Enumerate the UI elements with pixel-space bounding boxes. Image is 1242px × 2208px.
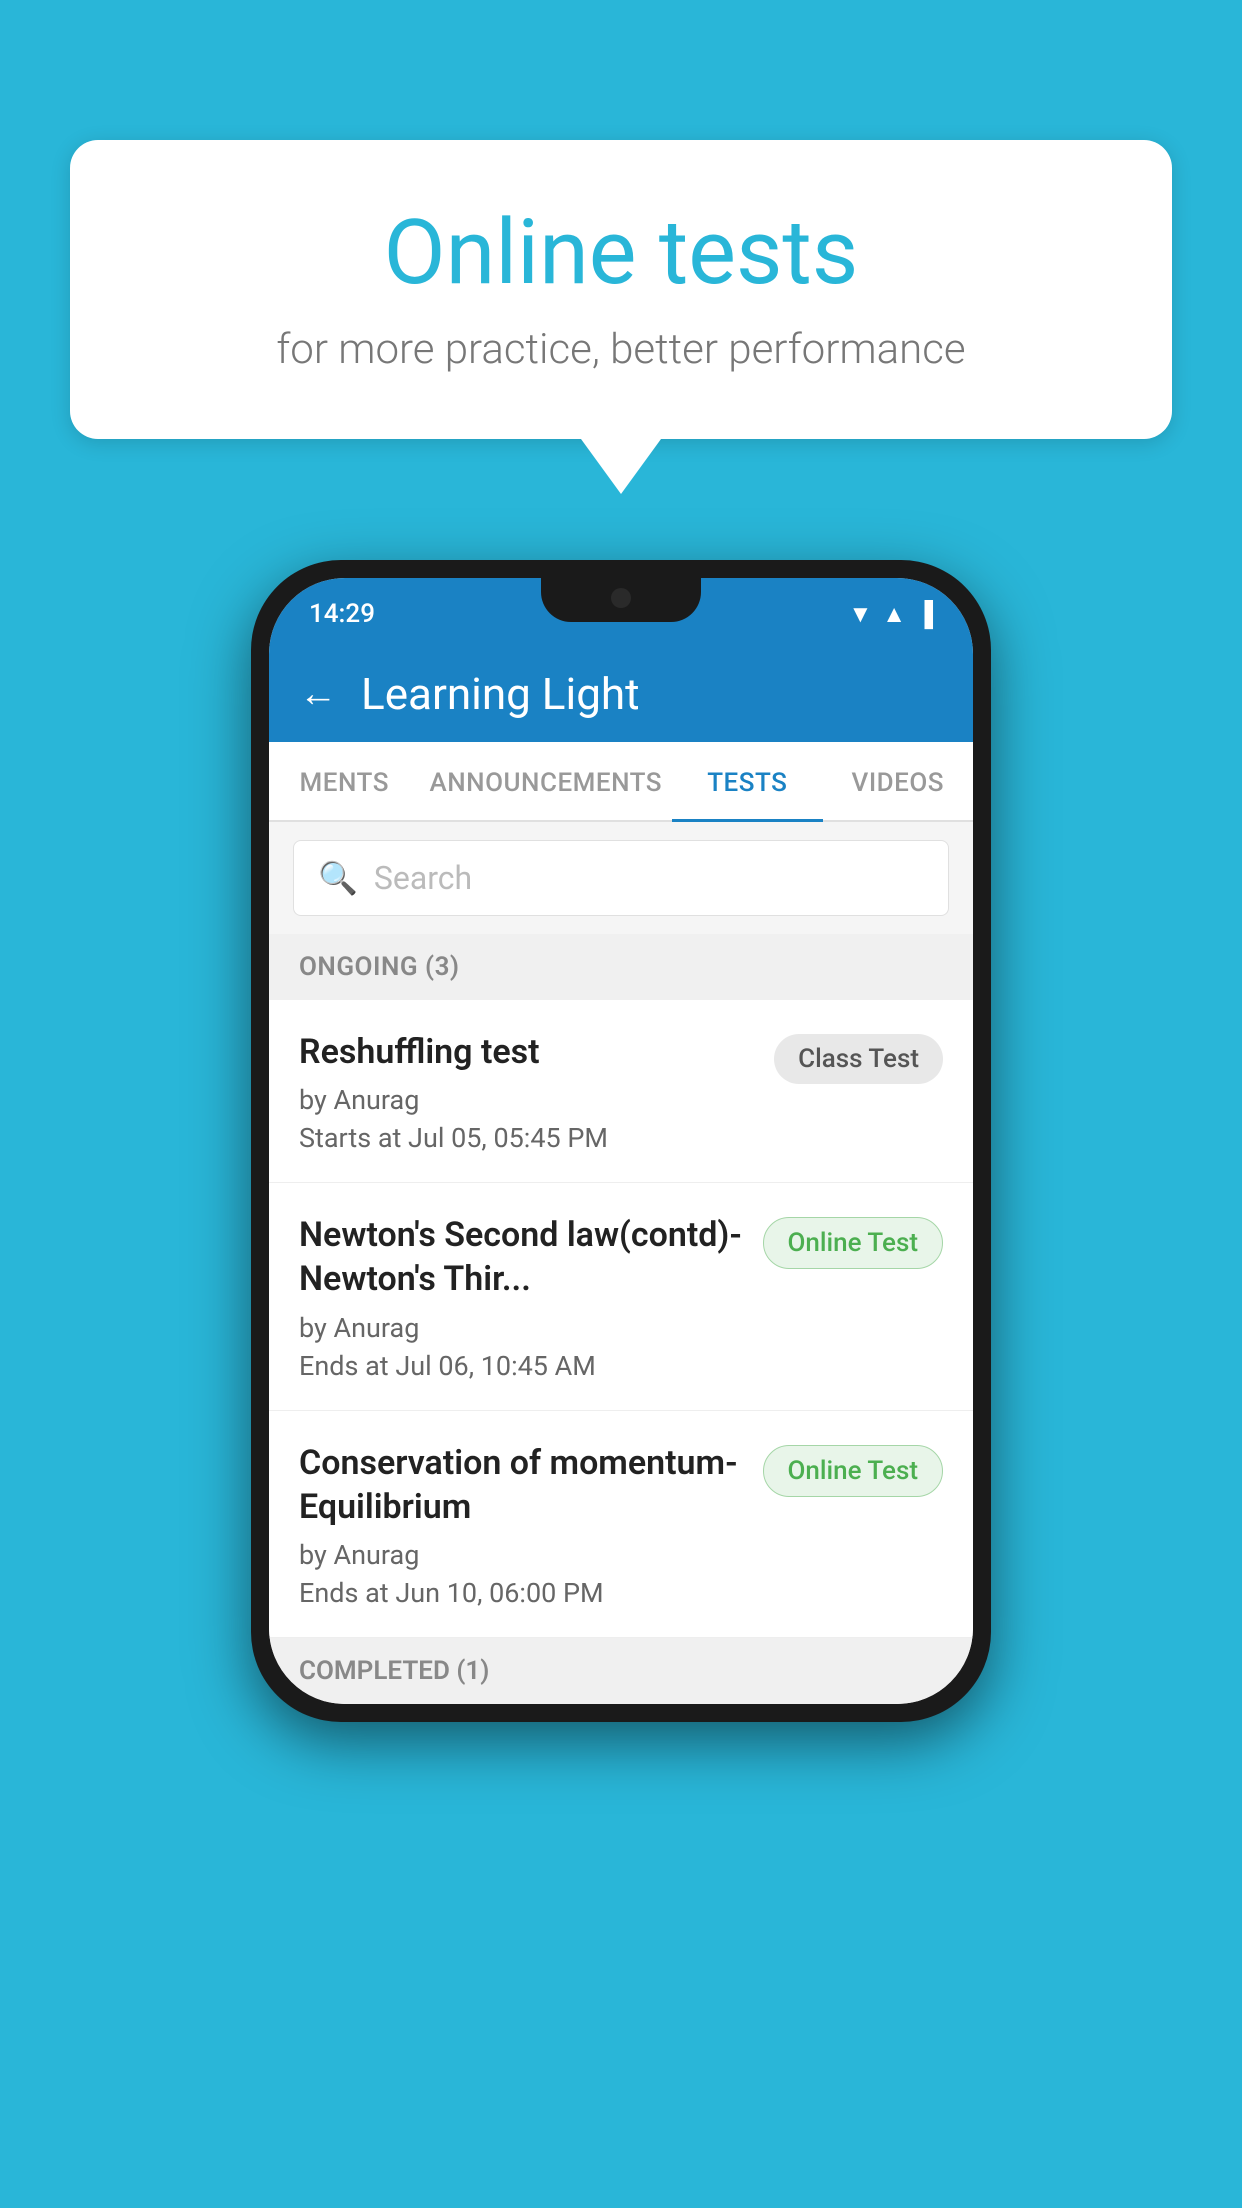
wifi-icon: ▼ (848, 600, 872, 629)
app-bar: ← Learning Light (269, 646, 973, 742)
test-time: Ends at Jul 06, 10:45 AM (299, 1350, 743, 1382)
status-time: 14:29 (309, 599, 375, 629)
test-item[interactable]: Reshuffling test by Anurag Starts at Jul… (269, 1000, 973, 1183)
test-badge-class: Class Test (774, 1034, 943, 1084)
back-button[interactable]: ← (299, 672, 337, 716)
ongoing-section-header: ONGOING (3) (269, 934, 973, 1000)
test-badge-online-2: Online Test (763, 1445, 944, 1497)
promo-section: Online tests for more practice, better p… (70, 140, 1172, 494)
bubble-title: Online tests (150, 200, 1092, 305)
test-by: by Anurag (299, 1084, 754, 1116)
test-name: Newton's Second law(contd)-Newton's Thir… (299, 1213, 743, 1301)
search-placeholder: Search (374, 859, 472, 897)
search-icon: 🔍 (318, 859, 358, 897)
tab-tests[interactable]: TESTS (672, 742, 822, 820)
speech-bubble: Online tests for more practice, better p… (70, 140, 1172, 439)
app-title: Learning Light (361, 668, 640, 720)
tab-bar: MENTS ANNOUNCEMENTS TESTS VIDEOS (269, 742, 973, 822)
tab-announcements[interactable]: ANNOUNCEMENTS (419, 742, 672, 820)
test-item[interactable]: Conservation of momentum-Equilibrium by … (269, 1411, 973, 1638)
tab-ments[interactable]: MENTS (269, 742, 419, 820)
phone-mockup: 14:29 ▼ ▲ ▐ ← Learning Light MENTS ANNOU… (251, 560, 991, 1722)
bubble-subtitle: for more practice, better performance (150, 325, 1092, 374)
test-time: Ends at Jun 10, 06:00 PM (299, 1577, 743, 1609)
test-info: Conservation of momentum-Equilibrium by … (299, 1441, 743, 1609)
tab-videos[interactable]: VIDEOS (823, 742, 973, 820)
test-name: Reshuffling test (299, 1030, 754, 1074)
test-info: Newton's Second law(contd)-Newton's Thir… (299, 1213, 743, 1381)
test-by: by Anurag (299, 1539, 743, 1571)
status-icons: ▼ ▲ ▐ (848, 600, 933, 629)
test-by: by Anurag (299, 1312, 743, 1344)
search-container: 🔍 Search (269, 822, 973, 934)
signal-icon: ▲ (882, 600, 906, 629)
phone-outer: 14:29 ▼ ▲ ▐ ← Learning Light MENTS ANNOU… (251, 560, 991, 1722)
test-item[interactable]: Newton's Second law(contd)-Newton's Thir… (269, 1183, 973, 1410)
bubble-tail (581, 439, 661, 494)
battery-icon: ▐ (916, 600, 933, 629)
test-time: Starts at Jul 05, 05:45 PM (299, 1122, 754, 1154)
test-name: Conservation of momentum-Equilibrium (299, 1441, 743, 1529)
test-info: Reshuffling test by Anurag Starts at Jul… (299, 1030, 754, 1154)
test-badge-online: Online Test (763, 1217, 944, 1269)
phone-screen: 14:29 ▼ ▲ ▐ ← Learning Light MENTS ANNOU… (269, 578, 973, 1704)
phone-notch (541, 578, 701, 622)
camera-dot (611, 588, 631, 608)
search-box[interactable]: 🔍 Search (293, 840, 949, 916)
completed-section-header: COMPLETED (1) (269, 1638, 973, 1704)
